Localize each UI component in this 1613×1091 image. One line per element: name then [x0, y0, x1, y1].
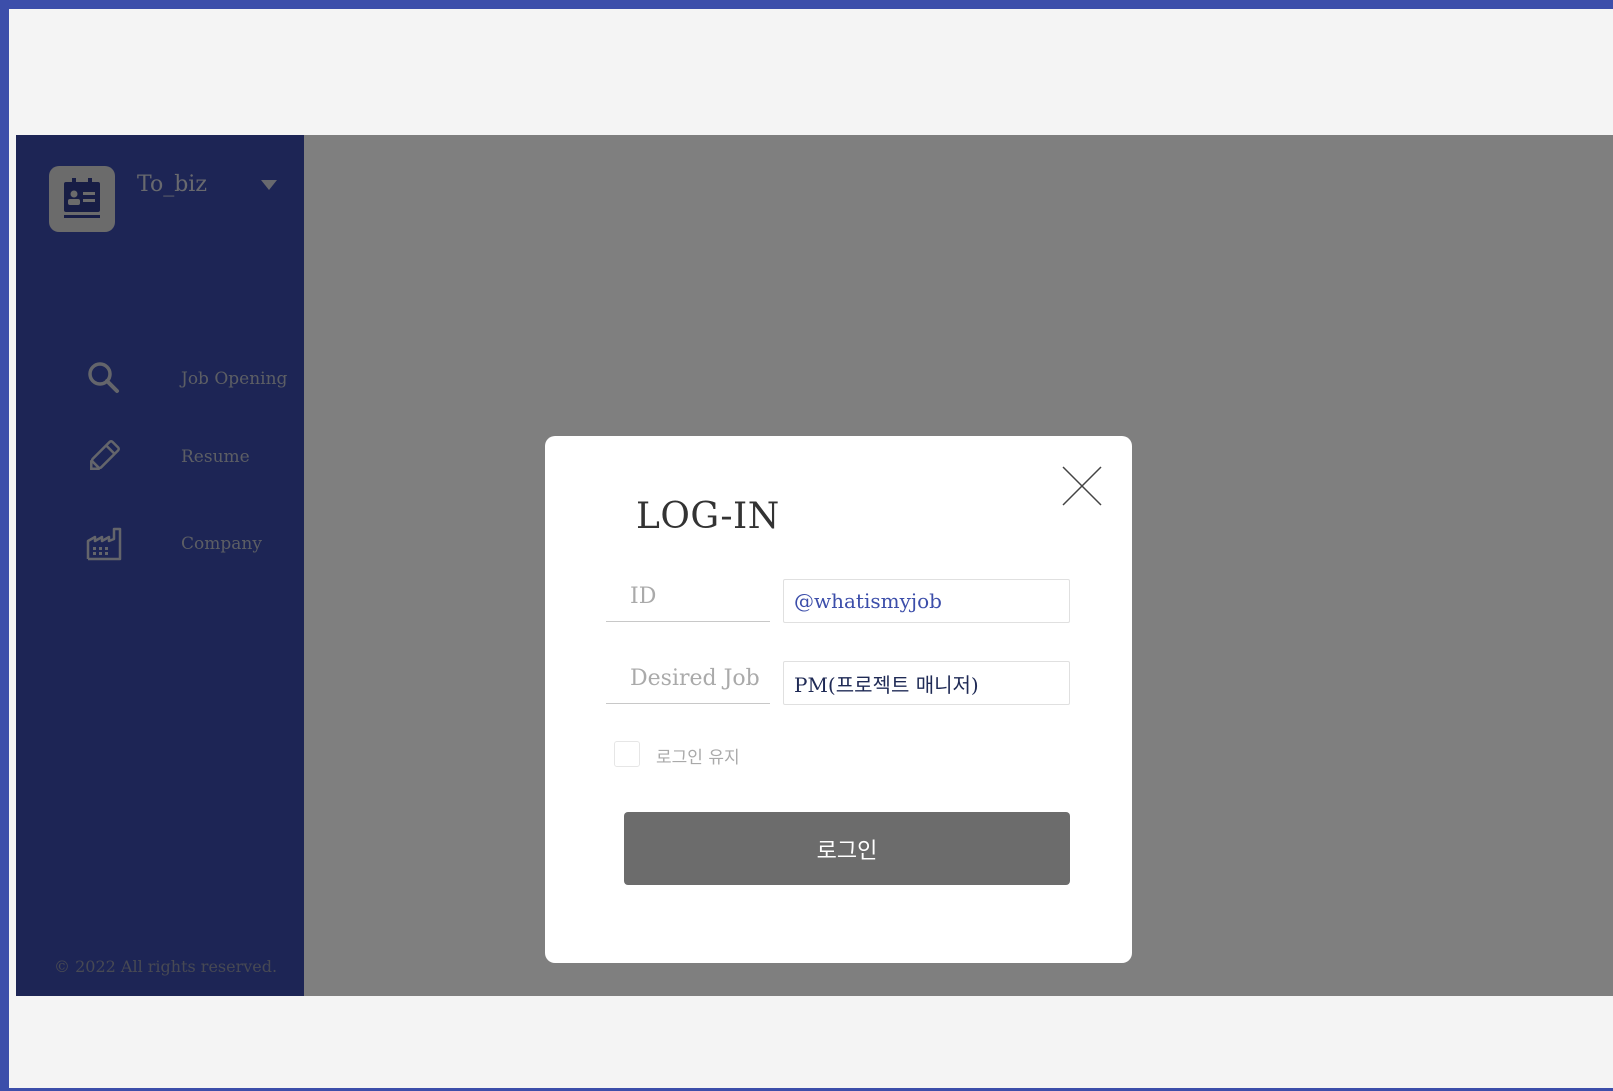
desired-job-field[interactable]: [783, 661, 1070, 705]
modal-title: LOG-IN: [636, 496, 780, 537]
desired-job-label-text: Desired Job: [630, 666, 760, 691]
app-area: To_biz Job Opening Resume: [16, 135, 1613, 996]
id-field[interactable]: [783, 579, 1070, 623]
keep-login-checkbox[interactable]: [614, 741, 640, 767]
id-label-text: ID: [630, 584, 657, 609]
login-modal: LOG-IN ID Desired Job 로그인 유지 로그인: [545, 436, 1132, 963]
desired-job-label: Desired Job: [606, 662, 770, 704]
id-label: ID: [606, 580, 770, 622]
login-button[interactable]: 로그인: [624, 812, 1070, 885]
keep-login-label: 로그인 유지: [656, 748, 740, 768]
keep-login-row[interactable]: 로그인 유지: [614, 741, 814, 771]
close-icon[interactable]: [1061, 465, 1103, 507]
